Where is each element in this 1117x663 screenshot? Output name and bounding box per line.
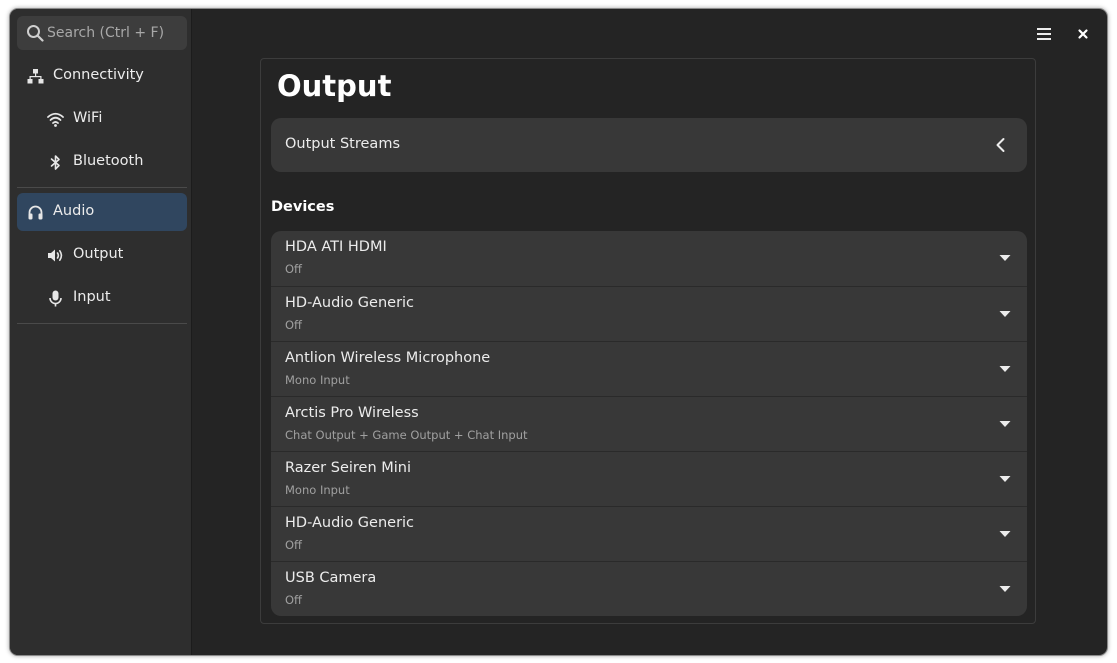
device-status: Off (285, 593, 302, 607)
sidebar-item-output[interactable]: Output (17, 236, 187, 274)
dropdown-arrow-icon[interactable] (999, 585, 1011, 593)
settings-window: Connectivity WiFi Bluetooth (10, 9, 1107, 655)
dropdown-arrow-icon[interactable] (999, 530, 1011, 538)
device-name: Arctis Pro Wireless (285, 405, 419, 421)
sidebar-item-connectivity[interactable]: Connectivity (17, 57, 187, 95)
device-list: HDA ATI HDMI Off HD-Audio Generic Off An… (271, 231, 1027, 616)
device-status: Off (285, 538, 302, 552)
chevron-left-icon (996, 138, 1005, 152)
device-row[interactable]: Antlion Wireless Microphone Mono Input (271, 341, 1027, 396)
main-menu-button[interactable] (1031, 23, 1057, 45)
sidebar-item-label: Output (73, 246, 124, 262)
dropdown-arrow-icon[interactable] (999, 475, 1011, 483)
device-name: Antlion Wireless Microphone (285, 350, 491, 366)
close-button[interactable] (1071, 23, 1095, 45)
network-icon (27, 69, 44, 84)
device-status: Mono Input (285, 373, 350, 387)
sidebar-item-label: Input (73, 289, 111, 305)
sidebar-item-label: Connectivity (53, 67, 144, 83)
device-name: HD-Audio Generic (285, 515, 415, 531)
headphones-icon (28, 205, 43, 220)
sidebar-item-label: WiFi (73, 110, 103, 126)
hamburger-menu-icon (1037, 28, 1051, 40)
device-name: Razer Seiren Mini (285, 460, 412, 476)
device-status: Mono Input (285, 483, 350, 497)
dropdown-arrow-icon[interactable] (999, 420, 1011, 428)
close-icon (1078, 29, 1088, 39)
device-status: Off (285, 262, 302, 276)
bluetooth-icon (50, 155, 60, 170)
sidebar-item-bluetooth[interactable]: Bluetooth (17, 143, 187, 181)
output-streams-row[interactable]: Output Streams (271, 118, 1027, 172)
wifi-icon (47, 112, 64, 127)
dropdown-arrow-icon[interactable] (999, 310, 1011, 318)
speaker-icon (48, 249, 63, 262)
sidebar-divider (17, 187, 187, 188)
device-name: HD-Audio Generic (285, 295, 415, 311)
sidebar-item-wifi[interactable]: WiFi (17, 100, 187, 138)
sidebar-item-label: Bluetooth (73, 153, 144, 169)
sidebar: Connectivity WiFi Bluetooth (10, 9, 192, 655)
dropdown-arrow-icon[interactable] (999, 365, 1011, 373)
search-icon (27, 25, 44, 42)
device-status: Chat Output + Game Output + Chat Input (285, 428, 528, 442)
microphone-icon (49, 290, 62, 307)
device-row[interactable]: Arctis Pro Wireless Chat Output + Game O… (271, 396, 1027, 451)
device-row[interactable]: HD-Audio Generic Off (271, 506, 1027, 561)
device-row[interactable]: Razer Seiren Mini Mono Input (271, 451, 1027, 506)
dropdown-arrow-icon[interactable] (999, 254, 1011, 262)
sidebar-item-input[interactable]: Input (17, 279, 187, 317)
device-name: HDA ATI HDMI (285, 239, 387, 255)
search-input[interactable] (47, 16, 183, 50)
sidebar-item-audio[interactable]: Audio (17, 193, 187, 231)
device-status: Off (285, 318, 302, 332)
devices-heading: Devices (271, 199, 335, 215)
search-box[interactable] (17, 16, 187, 50)
device-name: USB Camera (285, 570, 377, 586)
device-row[interactable]: USB Camera Off (271, 561, 1027, 616)
output-panel: Output Output Streams Devices HDA ATI HD… (260, 58, 1036, 624)
output-streams-label: Output Streams (285, 136, 400, 152)
device-row[interactable]: HDA ATI HDMI Off (271, 231, 1027, 286)
sidebar-item-label: Audio (53, 203, 95, 219)
sidebar-divider (17, 323, 187, 324)
device-row[interactable]: HD-Audio Generic Off (271, 286, 1027, 341)
page-title: Output (277, 69, 392, 103)
